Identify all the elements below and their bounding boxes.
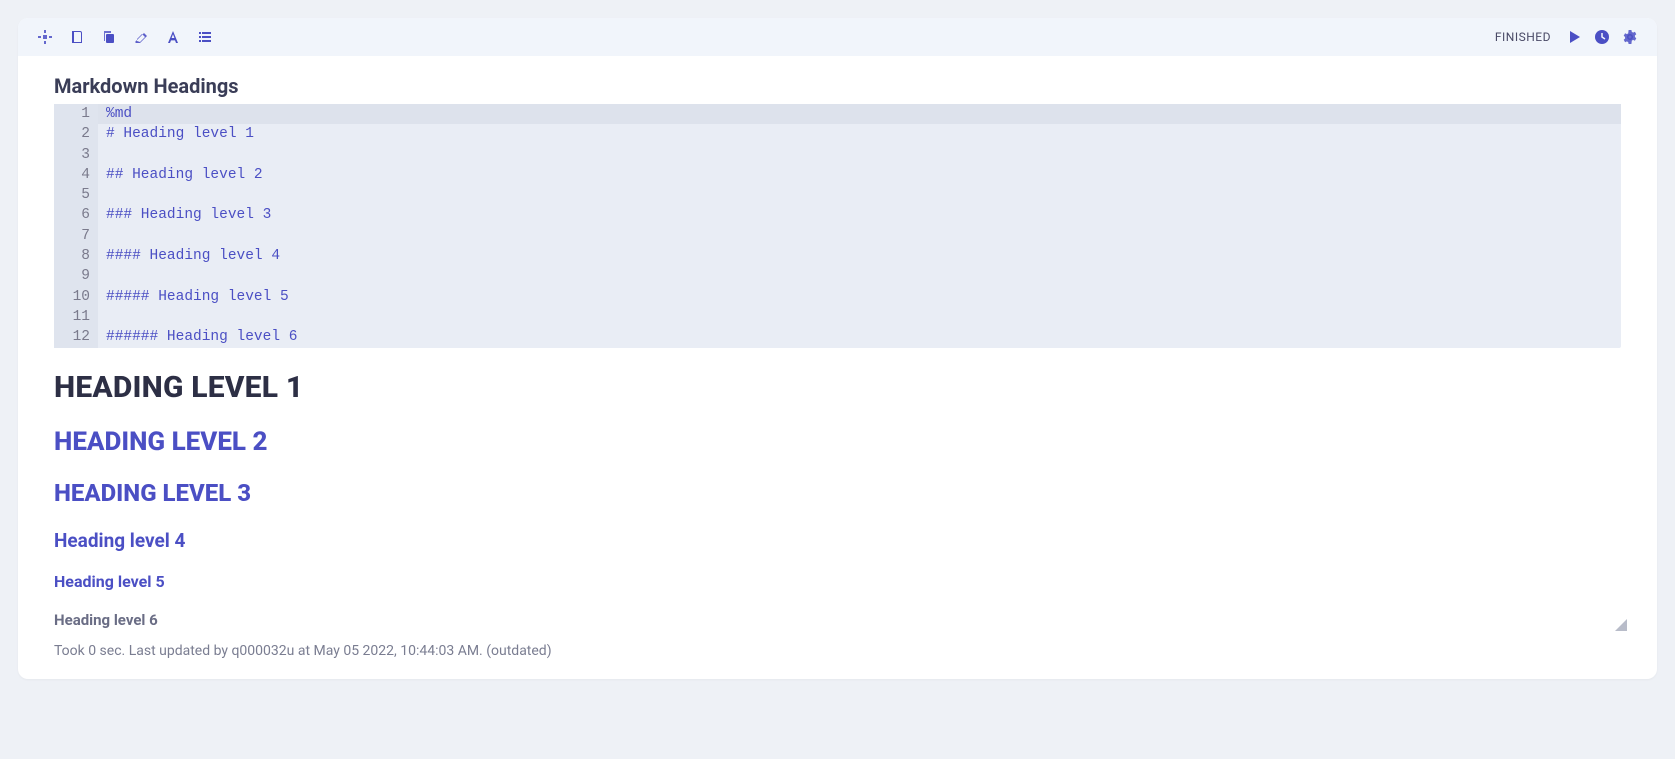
code-line[interactable]: 10##### Heading level 5	[54, 287, 1621, 307]
copy-icon[interactable]	[100, 28, 118, 46]
code-text[interactable]: #### Heading level 4	[98, 246, 1621, 266]
output-heading-6: Heading level 6	[54, 611, 1621, 629]
code-line[interactable]: 12###### Heading level 6	[54, 327, 1621, 347]
eraser-icon[interactable]	[132, 28, 150, 46]
code-text[interactable]	[98, 307, 1621, 327]
line-number: 7	[54, 226, 98, 246]
line-number: 4	[54, 165, 98, 185]
output-heading-1: HEADING LEVEL 1	[54, 370, 1621, 405]
line-number: 11	[54, 307, 98, 327]
toolbar-right: FINISHED	[1495, 28, 1639, 46]
gear-icon[interactable]	[1621, 28, 1639, 46]
code-line[interactable]: 8#### Heading level 4	[54, 246, 1621, 266]
toolbar-left	[36, 28, 214, 46]
list-icon[interactable]	[196, 28, 214, 46]
code-line[interactable]: 1%md	[54, 104, 1621, 124]
run-icon[interactable]	[1565, 28, 1583, 46]
line-number: 2	[54, 124, 98, 144]
code-text[interactable]: ### Heading level 3	[98, 205, 1621, 225]
code-text[interactable]: %md	[98, 104, 1621, 124]
code-text[interactable]: ###### Heading level 6	[98, 327, 1621, 347]
cell-toolbar: FINISHED	[18, 18, 1657, 56]
execution-status: Took 0 sec. Last updated by q000032u at …	[54, 643, 1621, 659]
notebook-cell: FINISHED Markdown Headings 1%md2# Headin…	[18, 18, 1657, 679]
code-line[interactable]: 7	[54, 226, 1621, 246]
code-line[interactable]: 3	[54, 145, 1621, 165]
status-label: FINISHED	[1495, 30, 1551, 44]
code-line[interactable]: 9	[54, 266, 1621, 286]
line-number: 5	[54, 185, 98, 205]
code-line[interactable]: 5	[54, 185, 1621, 205]
code-text[interactable]: ##### Heading level 5	[98, 287, 1621, 307]
code-text[interactable]: ## Heading level 2	[98, 165, 1621, 185]
output-heading-5: Heading level 5	[54, 572, 1621, 591]
code-text[interactable]	[98, 226, 1621, 246]
line-number: 1	[54, 104, 98, 124]
code-text[interactable]	[98, 266, 1621, 286]
code-text[interactable]	[98, 145, 1621, 165]
font-icon[interactable]	[164, 28, 182, 46]
line-number: 9	[54, 266, 98, 286]
line-number: 10	[54, 287, 98, 307]
code-editor[interactable]: 1%md2# Heading level 134## Heading level…	[54, 104, 1621, 348]
code-text[interactable]	[98, 185, 1621, 205]
output-heading-2: HEADING LEVEL 2	[54, 427, 1621, 457]
line-number: 12	[54, 327, 98, 347]
line-number: 3	[54, 145, 98, 165]
clock-icon[interactable]	[1593, 28, 1611, 46]
line-number: 8	[54, 246, 98, 266]
code-line[interactable]: 2# Heading level 1	[54, 124, 1621, 144]
collapse-icon[interactable]	[36, 28, 54, 46]
code-line[interactable]: 11	[54, 307, 1621, 327]
code-line[interactable]: 6### Heading level 3	[54, 205, 1621, 225]
output-heading-3: HEADING LEVEL 3	[54, 479, 1621, 507]
resize-handle-icon[interactable]	[1615, 619, 1627, 631]
code-text[interactable]: # Heading level 1	[98, 124, 1621, 144]
output-area: HEADING LEVEL 1 HEADING LEVEL 2 HEADING …	[54, 370, 1621, 629]
book-icon[interactable]	[68, 28, 86, 46]
line-number: 6	[54, 205, 98, 225]
output-heading-4: Heading level 4	[54, 529, 1621, 552]
cell-content: Markdown Headings 1%md2# Heading level 1…	[18, 56, 1657, 679]
code-line[interactable]: 4## Heading level 2	[54, 165, 1621, 185]
cell-title: Markdown Headings	[54, 74, 1621, 98]
